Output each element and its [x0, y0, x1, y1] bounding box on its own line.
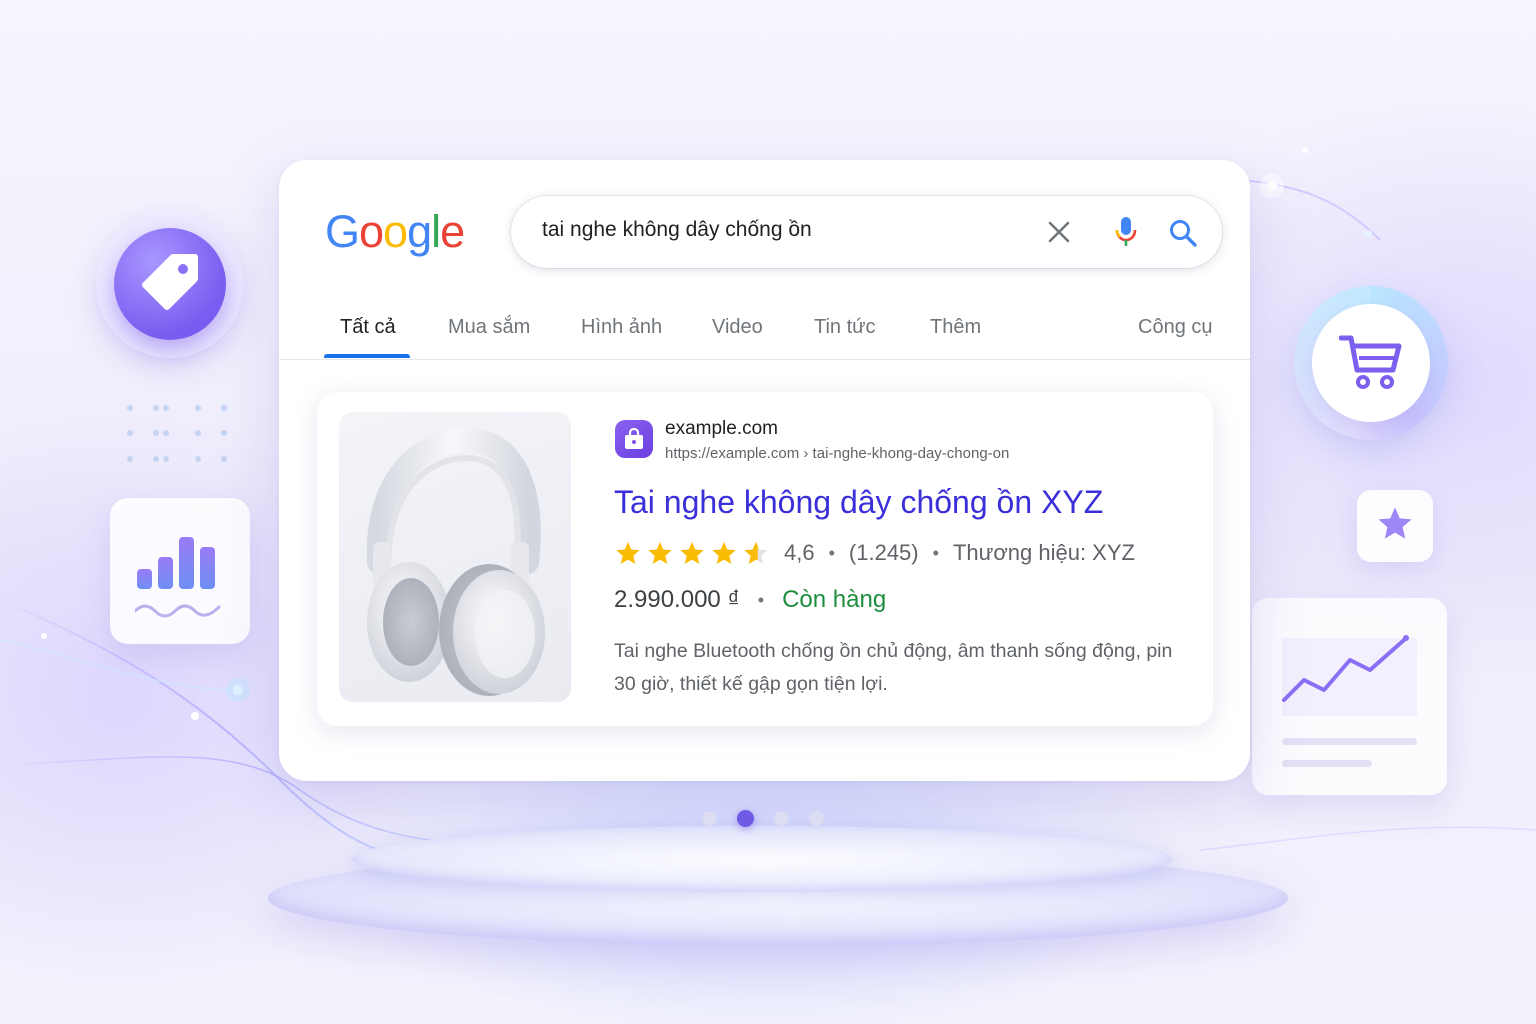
bar-chart-icon: [133, 519, 225, 624]
site-url[interactable]: https://example.com › tai-nghe-khong-day…: [665, 445, 1009, 462]
logo-letter: e: [440, 206, 465, 257]
tab-news[interactable]: Tin tức: [814, 316, 876, 339]
result-description: Tai nghe Bluetooth chống ồn chủ động, âm…: [614, 640, 1173, 695]
tab-all[interactable]: Tất cả: [340, 316, 396, 339]
logo-letter: o: [359, 206, 384, 257]
star-full-icon: [616, 541, 640, 564]
trend-card: [1252, 598, 1447, 795]
star-full-icon: [712, 541, 736, 564]
page-dot[interactable]: [809, 810, 824, 826]
close-icon[interactable]: [1047, 220, 1071, 244]
site-name[interactable]: example.com: [665, 418, 778, 440]
logo-letter: G: [325, 206, 360, 257]
shopping-cart-icon: [1338, 332, 1403, 395]
page-dot[interactable]: [774, 810, 789, 826]
star-icon: [1375, 505, 1415, 548]
price-tag-badge: [114, 228, 226, 340]
tools-button[interactable]: Công cụ: [1138, 316, 1213, 339]
star-rating: [614, 540, 770, 567]
separator-dot: •: [757, 589, 765, 610]
logo-letter: o: [383, 206, 408, 257]
search-tabs: Tất cả Mua sắm Hình ảnh Video Tin tức Th…: [279, 308, 1250, 360]
active-tab-indicator: [324, 354, 410, 358]
separator-dot: •: [828, 542, 835, 563]
analytics-tile: [110, 498, 250, 644]
tab-images[interactable]: Hình ảnh: [581, 316, 662, 339]
tab-shopping[interactable]: Mua sắm: [448, 316, 530, 339]
search-bar[interactable]: tai nghe không dây chống ồn: [511, 196, 1222, 268]
price: 2.990.000 ₫: [614, 586, 740, 613]
shopping-bag-icon: [615, 420, 653, 458]
dot-grid-decoration: [127, 405, 227, 462]
logo-letter: g: [407, 206, 432, 257]
page-dot-active[interactable]: [737, 809, 754, 827]
trend-line-icon: [1282, 635, 1417, 767]
star-full-icon: [648, 541, 672, 564]
rating-value: 4,6: [784, 540, 815, 565]
carousel-pagination: [702, 809, 824, 827]
favorite-tile: [1357, 490, 1433, 562]
result-title-link[interactable]: Tai nghe không dây chống ồn XYZ: [614, 484, 1103, 521]
page-dot[interactable]: [702, 810, 717, 826]
search-input[interactable]: tai nghe không dây chống ồn: [542, 218, 812, 242]
google-logo[interactable]: Google: [325, 204, 465, 260]
separator-dot: •: [932, 542, 939, 563]
microphone-icon[interactable]: [1114, 216, 1138, 248]
stock-status: Còn hàng: [782, 586, 887, 613]
tab-videos[interactable]: Video: [712, 316, 763, 339]
review-count: (1.245): [848, 540, 919, 565]
star-half-icon: [744, 541, 768, 564]
price-row: 2.990.000 ₫ • Còn hàng: [614, 584, 886, 616]
tab-more[interactable]: Thêm: [930, 316, 981, 339]
podium-top: [352, 826, 1172, 892]
brand-label: Thương hiệu: XYZ: [952, 540, 1135, 565]
star-full-icon: [680, 541, 704, 564]
logo-letter: l: [431, 206, 441, 257]
rating-row: 4,6 • (1.245) • Thương hiệu: XYZ: [614, 538, 1135, 568]
price-tag-icon: [139, 251, 201, 318]
search-icon[interactable]: [1168, 218, 1198, 248]
search-results-card: Google tai nghe không dây chống ồn Tất c…: [279, 160, 1250, 781]
search-result[interactable]: example.com https://example.com › tai-ng…: [317, 392, 1213, 726]
headphones-image[interactable]: [339, 412, 571, 702]
cart-badge: [1312, 304, 1430, 422]
